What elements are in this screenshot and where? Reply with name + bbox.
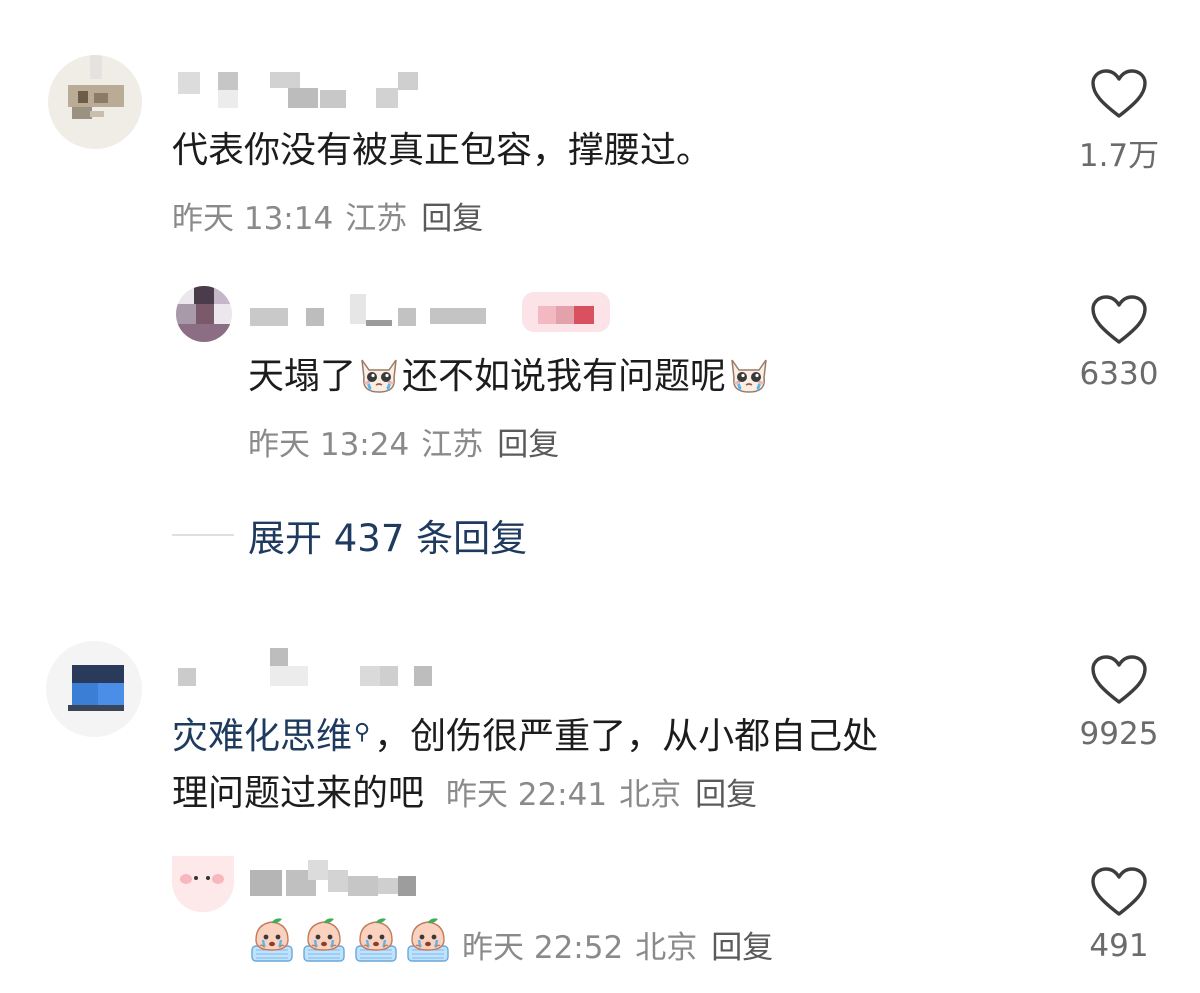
- comment-time: 昨天 13:14: [172, 201, 334, 237]
- comment-location: 北京: [619, 777, 682, 813]
- username-blurred[interactable]: [250, 288, 620, 332]
- like-count: 9925: [1079, 716, 1159, 752]
- comment-location: 江苏: [421, 427, 484, 463]
- comment-meta: 昨天 22:52 北京 回复: [462, 922, 773, 967]
- comment-text-part: 还不如说我有问题呢: [402, 356, 727, 397]
- expand-replies-label[interactable]: 展开 437 条回复: [248, 508, 527, 562]
- heart-outline-icon[interactable]: [1090, 294, 1148, 346]
- avatar[interactable]: [172, 856, 234, 912]
- comment-location: 江苏: [345, 201, 408, 237]
- username-blurred[interactable]: [178, 648, 438, 688]
- crying-cat-emoji: [356, 350, 402, 396]
- reply-button[interactable]: 回复: [421, 201, 483, 237]
- comment-text: 理问题过来的吧 昨天 22:41 北京 回复: [172, 765, 757, 824]
- comment-time: 昨天 22:41: [445, 777, 608, 813]
- like-count: 491: [1089, 928, 1149, 964]
- comment-text: 代表你没有被真正包容，撑腰过。: [172, 130, 713, 171]
- expand-replies-button[interactable]: 展开 437 条回复: [172, 508, 527, 562]
- reply-button[interactable]: 回复: [711, 930, 773, 966]
- like-count: 1.7万: [1078, 138, 1160, 174]
- heart-outline-icon[interactable]: [1090, 68, 1148, 120]
- comment-text: 灾难化思维⚲ ，创伤很严重了，从小都自己处: [172, 708, 878, 766]
- username-blurred[interactable]: [250, 860, 450, 900]
- comment-meta: 昨天 13:14 江苏 回复: [172, 193, 483, 238]
- like-button[interactable]: 1.7万: [1074, 68, 1164, 175]
- comment-text-part: 天塌了: [248, 356, 357, 397]
- search-keyword-link[interactable]: 灾难化思维: [172, 716, 352, 757]
- avatar[interactable]: [46, 641, 142, 737]
- peach-cry-emoji: [352, 916, 400, 964]
- comment-text: 天塌了 还不如说我有问题呢: [248, 348, 772, 406]
- comment-text-part: ，创伤很严重了，从小都自己处: [374, 716, 879, 757]
- divider: [172, 534, 234, 536]
- heart-outline-icon[interactable]: [1090, 654, 1148, 706]
- comment-meta: 昨天 22:41 北京 回复: [436, 777, 757, 813]
- peach-cry-emoji: [404, 916, 452, 964]
- heart-outline-icon[interactable]: [1090, 866, 1148, 918]
- reply-button[interactable]: 回复: [695, 777, 757, 813]
- comment-meta: 昨天 13:24 江苏 回复: [248, 419, 559, 464]
- avatar[interactable]: [176, 286, 232, 342]
- peach-cry-emoji: [300, 916, 348, 964]
- reply-button[interactable]: 回复: [497, 427, 559, 463]
- comment-text-part: 理问题过来的吧: [172, 773, 425, 814]
- comment-time: 昨天 22:52: [462, 930, 624, 966]
- avatar[interactable]: [48, 55, 142, 149]
- emoji-row: [248, 916, 452, 964]
- username-blurred[interactable]: [178, 72, 438, 112]
- like-button[interactable]: 491: [1074, 866, 1164, 964]
- comment-location: 北京: [635, 930, 698, 966]
- crying-cat-emoji: [726, 350, 772, 396]
- like-count: 6330: [1079, 356, 1159, 392]
- search-icon[interactable]: ⚲: [354, 704, 370, 762]
- comment-time: 昨天 13:24: [248, 427, 410, 463]
- peach-cry-emoji: [248, 916, 296, 964]
- like-button[interactable]: 6330: [1074, 294, 1164, 392]
- like-button[interactable]: 9925: [1074, 654, 1164, 752]
